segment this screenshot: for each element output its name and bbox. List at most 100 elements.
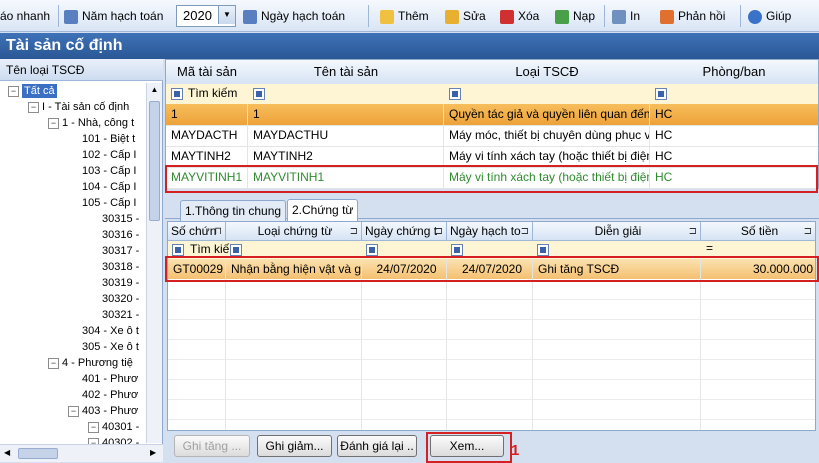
asset-code: MAYDACTH <box>166 125 248 146</box>
highlight-box <box>426 432 512 463</box>
filter-checkbox[interactable] <box>537 244 549 256</box>
add-icon <box>380 9 394 24</box>
edit-button[interactable]: Sửa <box>445 6 486 26</box>
tab-vouchers[interactable]: 2.Chứng từ <box>287 199 359 221</box>
tree-item[interactable]: I - Tài sản cố định <box>42 100 129 114</box>
tree-item[interactable]: 30321 - <box>102 308 139 322</box>
tree-collapse-toggle[interactable]: − <box>28 102 39 113</box>
decrease-button[interactable]: Ghi giảm... <box>257 435 332 457</box>
grid-line <box>446 279 447 430</box>
asset-name: MAYDACTHU <box>248 125 444 146</box>
tree-item[interactable]: 30315 - <box>102 212 139 226</box>
column-header-amount[interactable]: Số tiền ⊐ <box>701 222 815 241</box>
scroll-thumb[interactable] <box>149 101 160 221</box>
year-select[interactable]: 2020 ▼ <box>176 5 236 27</box>
column-header-code[interactable]: Mã tài sản <box>166 60 249 85</box>
search-filter-row: Tìm kiếm <box>166 84 818 105</box>
column-header-voucher-number[interactable]: Số chứn ⊓ <box>168 222 226 241</box>
column-header-description[interactable]: Diễn giải ⊐ <box>533 222 701 241</box>
printer-icon <box>612 9 626 24</box>
filter-checkbox[interactable] <box>655 88 667 100</box>
column-header-type[interactable]: Loại TSCĐ <box>444 60 651 85</box>
chevron-down-icon[interactable]: ▼ <box>218 6 235 24</box>
delete-icon <box>500 9 514 24</box>
filter-checkbox[interactable] <box>253 88 265 100</box>
tab-general-info[interactable]: 1.Thông tin chung <box>180 200 287 221</box>
tree-item[interactable]: Tất cả <box>22 84 57 98</box>
page-title: Tài sản cố định <box>0 33 819 59</box>
tree-item[interactable]: 103 - Cấp I <box>82 164 136 178</box>
column-header-voucher-date[interactable]: Ngày chứng t ⊐ <box>362 222 447 241</box>
date-label[interactable]: Ngày hạch toán <box>243 6 345 26</box>
grid-line <box>700 279 701 430</box>
tree-horizontal-scrollbar[interactable]: ◀ ▶ <box>0 444 163 462</box>
tree-item[interactable]: 30316 - <box>102 228 139 242</box>
column-header-department[interactable]: Phòng/ban <box>650 60 818 85</box>
filter-checkbox[interactable] <box>171 88 183 100</box>
asset-code: 1 <box>166 104 248 125</box>
separator <box>368 5 369 27</box>
scroll-up-icon[interactable]: ▲ <box>149 85 160 97</box>
tree-collapse-toggle[interactable]: − <box>88 422 99 433</box>
table-row[interactable]: MAYDACTH MAYDACTHU Máy móc, thiết bị chuyê… <box>166 125 818 147</box>
load-button[interactable]: Nạp <box>555 6 595 26</box>
grid-line <box>168 419 815 420</box>
tree-item[interactable]: 30320 - <box>102 292 139 306</box>
quick-menu-button[interactable]: áo nhanh <box>0 6 50 26</box>
table-row[interactable]: 1 1 Quyền tác giả và quyền liên quan đến HC <box>166 104 818 126</box>
help-button[interactable]: Giúp <box>748 6 791 26</box>
toolbar: áo nhanh Năm hạch toán 2020 ▼ Ngày hạch t… <box>0 0 819 32</box>
print-button[interactable]: In <box>612 6 640 26</box>
tree-item[interactable]: 304 - Xe ô t <box>82 324 139 338</box>
department: HC <box>655 128 673 142</box>
tree-item[interactable]: 403 - Phươ <box>82 404 138 418</box>
scroll-thumb[interactable] <box>18 448 58 459</box>
grid-line <box>168 339 815 340</box>
increase-button[interactable]: Ghi tăng ... <box>174 435 250 457</box>
filter-checkbox[interactable] <box>449 88 461 100</box>
filter-checkbox[interactable] <box>451 244 463 256</box>
year-value: 2020 <box>183 8 212 23</box>
grid-line <box>361 279 362 430</box>
asset-code: MAYTINH2 <box>166 146 248 167</box>
column-header-posting-date[interactable]: Ngày hạch to ⊐ <box>447 222 533 241</box>
tree-item[interactable]: 40301 - <box>102 420 139 434</box>
asset-type: Quyền tác giả và quyền liên quan đến <box>444 104 650 125</box>
grid-line <box>532 279 533 430</box>
tree-item[interactable]: 305 - Xe ô t <box>82 340 139 354</box>
tree-collapse-toggle[interactable]: − <box>8 86 19 97</box>
tree-item[interactable]: 401 - Phươ <box>82 372 138 386</box>
tree-item[interactable]: 105 - Cấp I <box>82 196 136 210</box>
tree-item[interactable]: 30317 - <box>102 244 139 258</box>
filter-checkbox[interactable] <box>172 244 184 256</box>
revalue-button[interactable]: Đánh giá lại .. <box>337 435 417 457</box>
tree-item[interactable]: 30318 - <box>102 260 139 274</box>
filter-checkbox[interactable] <box>366 244 378 256</box>
tree-item[interactable]: 1 - Nhà, công t <box>62 116 134 130</box>
tree-item[interactable]: 104 - Cấp I <box>82 180 136 194</box>
column-header-name[interactable]: Tên tài sản <box>248 60 445 85</box>
tree-item[interactable]: 101 - Biệt t <box>82 132 135 146</box>
add-button[interactable]: Thêm <box>380 6 429 26</box>
filter-checkbox[interactable] <box>230 244 242 256</box>
year-label: Năm hạch toán <box>64 6 163 26</box>
tree-collapse-toggle[interactable]: − <box>48 118 59 129</box>
grid-line <box>168 379 815 380</box>
tree-item[interactable]: 40302 - <box>102 436 139 444</box>
tree-collapse-toggle[interactable]: − <box>68 406 79 417</box>
scroll-right-icon[interactable]: ▶ <box>150 448 159 459</box>
feedback-button[interactable]: Phản hồi <box>660 6 725 26</box>
tree-collapse-toggle[interactable]: − <box>48 358 59 369</box>
separator <box>58 5 59 27</box>
tree-vertical-scrollbar[interactable]: ▲ <box>146 83 162 443</box>
tree-item[interactable]: 102 - Cấp I <box>82 148 136 162</box>
delete-button[interactable]: Xóa <box>500 6 539 26</box>
column-header-voucher-type[interactable]: Loại chứng từ ⊐ <box>226 222 362 241</box>
equals-operator[interactable]: = <box>706 241 713 255</box>
tree-item[interactable]: 30319 - <box>102 276 139 290</box>
tree-item[interactable]: 402 - Phươ <box>82 388 138 402</box>
tree-item[interactable]: 4 - Phương tiệ <box>62 356 133 370</box>
scroll-left-icon[interactable]: ◀ <box>4 448 13 459</box>
help-icon <box>748 9 762 24</box>
megaphone-icon <box>660 9 674 24</box>
